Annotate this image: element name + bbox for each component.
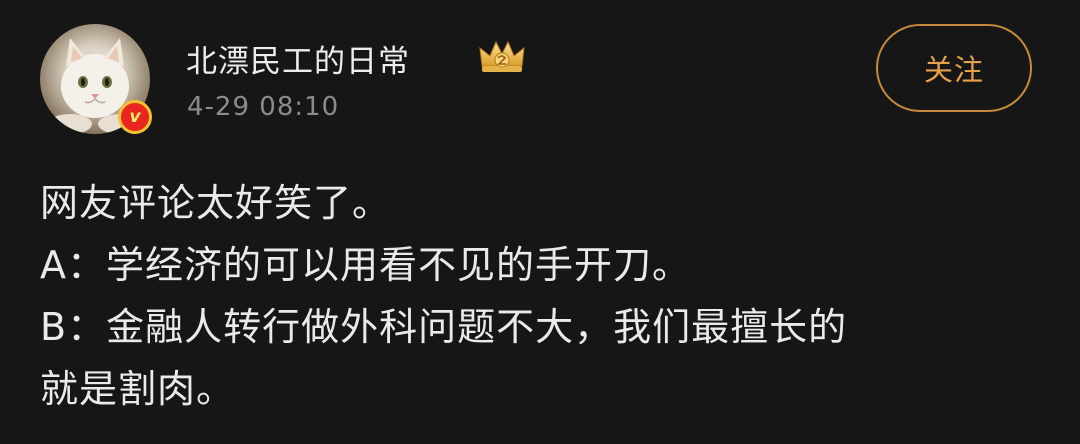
verified-badge: v — [118, 100, 152, 134]
author-name[interactable]: 北漂民工的日常 — [186, 36, 410, 81]
content-line: 网友评论太好笑了。 — [40, 181, 392, 225]
post-timestamp: 4-29 08:10 — [187, 92, 340, 122]
post-content: 网友评论太好笑了。 A：学经济的可以用看不见的手开刀。 B：金融人转行做外科问题… — [40, 172, 1040, 420]
weibo-post-card: v 北漂民工的日常 4-29 08:10 关注 网友评论太好笑了。 A：学经济的… — [0, 0, 1080, 444]
crown-icon — [479, 40, 525, 72]
content-line: 就是割肉。 — [40, 367, 236, 411]
verified-badge-text: v — [129, 106, 141, 127]
follow-button[interactable]: 关注 — [876, 24, 1032, 112]
content-line: A：学经济的可以用看不见的手开刀。 — [40, 243, 691, 287]
content-line: B：金融人转行做外科问题不大，我们最擅长的 — [40, 305, 848, 349]
avatar[interactable]: v — [40, 24, 152, 134]
